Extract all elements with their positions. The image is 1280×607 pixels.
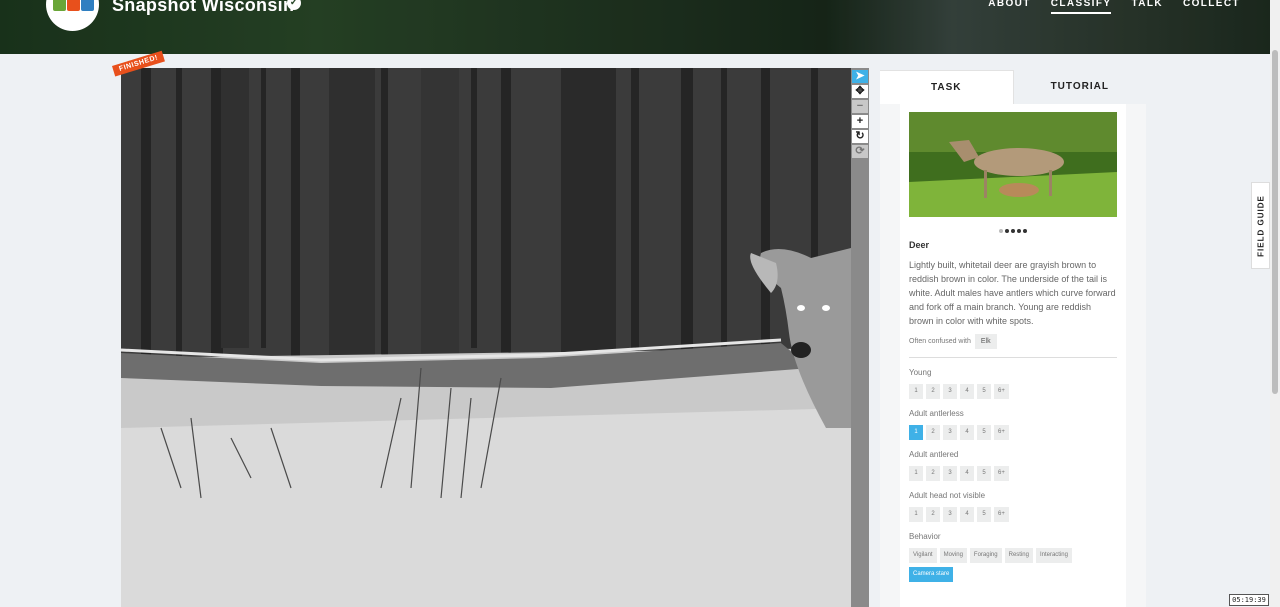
count-option[interactable]: 3 — [943, 425, 957, 440]
page-scrollbar[interactable] — [1270, 0, 1280, 607]
count-option[interactable]: 2 — [926, 466, 940, 481]
question-label-behavior: Behavior — [909, 532, 941, 541]
project-nav: ABOUT CLASSIFY TALK COLLECT — [988, 0, 1240, 14]
count-option-selected[interactable]: 1 — [909, 425, 923, 440]
reset-icon[interactable]: ⟳ — [852, 145, 868, 158]
count-option[interactable]: 6+ — [994, 425, 1009, 440]
tab-task[interactable]: TASK — [880, 70, 1013, 104]
count-option[interactable]: 6+ — [994, 466, 1009, 481]
divider — [909, 357, 1117, 358]
behavior-options-row-2: Camera stare — [909, 567, 1117, 582]
count-option[interactable]: 2 — [926, 507, 940, 522]
nav-link-classify[interactable]: CLASSIFY — [1050, 0, 1112, 14]
species-description: Lightly built, whitetail deer are grayis… — [909, 260, 1116, 326]
species-example-image[interactable] — [909, 112, 1117, 217]
field-guide-label: FIELD GUIDE — [1256, 194, 1265, 257]
nav-link-talk[interactable]: TALK — [1131, 0, 1163, 14]
behavior-option-camera-stare[interactable]: Camera stare — [909, 567, 954, 582]
confused-with-row: Often confused with Elk — [909, 334, 1117, 349]
behavior-option-moving[interactable]: Moving — [939, 548, 967, 563]
adult-antlerless-count-options: 1 2 3 4 5 6+ — [909, 425, 1117, 440]
count-option[interactable]: 4 — [960, 384, 974, 399]
logo-tile-icon — [81, 0, 94, 11]
question-label-young: Young — [909, 368, 932, 377]
count-option[interactable]: 5 — [977, 384, 991, 399]
zoom-out-icon[interactable]: − — [852, 100, 868, 113]
image-carousel-dots[interactable] — [909, 220, 1117, 233]
question-label-adult-antlerless: Adult antlerless — [909, 409, 964, 418]
behavior-option-foraging[interactable]: Foraging — [969, 548, 1002, 563]
carousel-dot[interactable] — [999, 229, 1003, 233]
subject-image[interactable] — [121, 68, 851, 607]
nav-link-about[interactable]: ABOUT — [988, 0, 1031, 14]
carousel-dot[interactable] — [1011, 229, 1015, 233]
carousel-dot[interactable] — [1023, 229, 1027, 233]
count-option[interactable]: 2 — [926, 384, 940, 399]
count-option[interactable]: 4 — [960, 466, 974, 481]
site-header: Snapshot Wisconsin ✓ ABOUT CLASSIFY TALK… — [0, 0, 1270, 54]
tab-tutorial[interactable]: TUTORIAL — [1012, 70, 1146, 104]
count-option[interactable]: 2 — [926, 425, 940, 440]
count-option[interactable]: 3 — [943, 384, 957, 399]
count-option[interactable]: 1 — [909, 466, 923, 481]
adult-antlered-count-options: 1 2 3 4 5 6+ — [909, 466, 1117, 481]
count-option[interactable]: 4 — [960, 425, 974, 440]
carousel-dot[interactable] — [1017, 229, 1021, 233]
deer-photo — [909, 112, 1117, 217]
count-option[interactable]: 5 — [977, 466, 991, 481]
behavior-options: Vigilant Moving Foraging Resting Interac… — [909, 548, 1117, 563]
confused-with-label: Often confused with — [909, 338, 971, 345]
question-label-adult-antlered: Adult antlered — [909, 450, 959, 459]
image-toolbar: ➤ ✥ − + ↻ ⟳ — [851, 68, 869, 607]
count-option[interactable]: 3 — [943, 507, 957, 522]
nav-link-collect[interactable]: COLLECT — [1183, 0, 1240, 14]
behavior-option-resting[interactable]: Resting — [1004, 548, 1033, 563]
confused-with-elk-button[interactable]: Elk — [974, 334, 997, 349]
adult-head-not-visible-count-options: 1 2 3 4 5 6+ — [909, 507, 1117, 522]
task-panel: TASK TUTORIAL Deer Lightly built, whitet… — [880, 70, 1146, 607]
field-guide-tab[interactable]: FIELD GUIDE — [1251, 182, 1270, 269]
logo-tile-icon — [67, 0, 80, 11]
count-option[interactable]: 1 — [909, 507, 923, 522]
count-option[interactable]: 5 — [977, 425, 991, 440]
rotate-icon[interactable]: ↻ — [852, 130, 868, 143]
task-tabs: TASK TUTORIAL — [880, 70, 1146, 104]
session-clock: 05:19:39 — [1229, 594, 1269, 606]
species-name: Deer — [909, 240, 930, 250]
zoom-in-icon[interactable]: + — [852, 115, 868, 128]
count-option[interactable]: 4 — [960, 507, 974, 522]
species-detail: Deer Lightly built, whitetail deer are g… — [900, 104, 1126, 607]
pan-icon[interactable]: ✥ — [852, 85, 868, 98]
behavior-option-vigilant[interactable]: Vigilant — [909, 548, 937, 563]
logo-tile-icon — [53, 0, 66, 11]
project-title[interactable]: Snapshot Wisconsin — [112, 0, 294, 16]
carousel-dot[interactable] — [1005, 229, 1009, 233]
pointer-icon[interactable]: ➤ — [852, 70, 868, 83]
count-option[interactable]: 6+ — [994, 507, 1009, 522]
scrollbar-thumb[interactable] — [1272, 50, 1278, 394]
behavior-option-interacting[interactable]: Interacting — [1035, 548, 1072, 563]
count-option[interactable]: 5 — [977, 507, 991, 522]
question-label-adult-head-not-visible: Adult head not visible — [909, 491, 986, 500]
young-count-options: 1 2 3 4 5 6+ — [909, 384, 1117, 399]
count-option[interactable]: 6+ — [994, 384, 1009, 399]
camera-trap-photo — [121, 68, 851, 607]
count-option[interactable]: 3 — [943, 466, 957, 481]
count-option[interactable]: 1 — [909, 384, 923, 399]
